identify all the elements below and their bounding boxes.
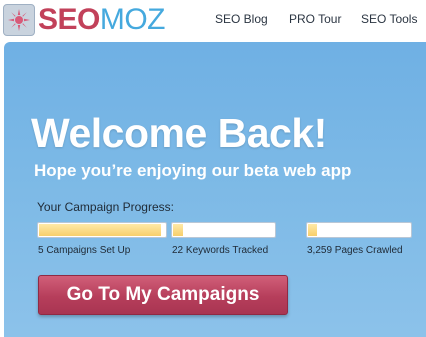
pages-progress-fill	[308, 224, 317, 236]
page-title: Welcome Back!	[31, 110, 327, 156]
campaign-progress-label: Your Campaign Progress:	[37, 200, 174, 214]
campaigns-progress-bar	[37, 222, 167, 238]
go-to-campaigns-button[interactable]: Go To My Campaigns	[38, 275, 288, 315]
page-subtitle: Hope you’re enjoying our beta web app	[34, 161, 352, 180]
pages-progress-bar	[306, 222, 412, 238]
campaigns-progress-fill	[39, 224, 161, 236]
nav-seo-blog[interactable]: SEO Blog	[215, 12, 268, 26]
top-nav: SEO Blog PRO Tour SEO Tools	[0, 12, 426, 30]
nav-pro-tour[interactable]: PRO Tour	[289, 12, 341, 26]
top-bar: SEO MOZ SEO Blog PRO Tour SEO Tools	[0, 0, 426, 42]
campaigns-progress-text: 5 Campaigns Set Up	[38, 245, 131, 256]
keywords-progress-fill	[173, 224, 183, 236]
keywords-progress-text: 22 Keywords Tracked	[172, 245, 269, 256]
nav-seo-tools[interactable]: SEO Tools	[361, 12, 417, 26]
pages-progress-text: 3,259 Pages Crawled	[307, 245, 403, 256]
keywords-progress-bar	[171, 222, 276, 238]
